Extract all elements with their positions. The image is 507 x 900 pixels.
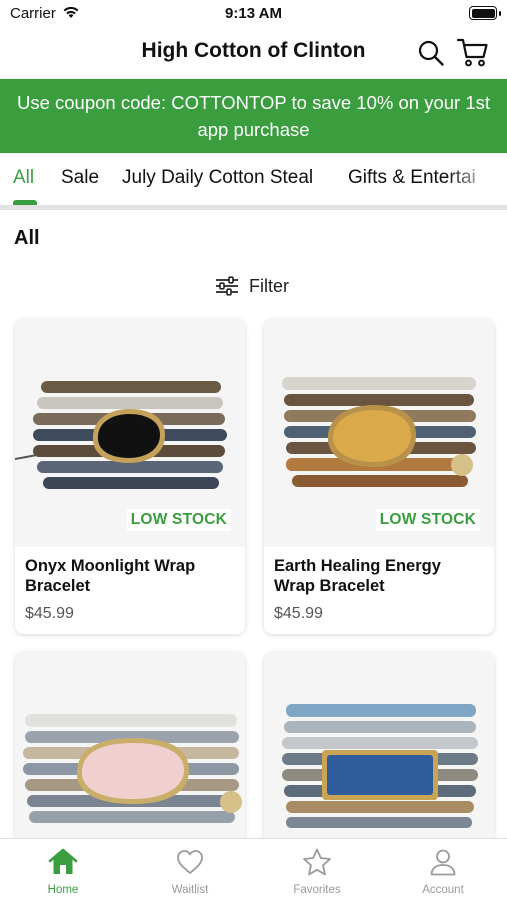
product-name[interactable]: Earth Healing Energy Wrap Bracelet [274,556,486,596]
product-stone [332,410,411,462]
category-tabs: All Sale July Daily Cotton Steal Gifts &… [0,153,507,210]
status-bar: Carrier 9:13 AM [0,0,507,28]
person-icon [430,849,456,876]
product-card[interactable]: LOW STOCK Earth Healing Energy Wrap Brac… [264,319,494,634]
low-stock-badge: LOW STOCK [375,509,480,531]
filter-label: Filter [249,275,289,296]
product-price: $45.99 [25,605,74,622]
tab-account[interactable]: Account [380,839,506,900]
coupon-banner[interactable]: Use coupon code: COTTONTOP to save 10% o… [0,79,507,153]
section-title: All [14,227,40,249]
bottom-tab-bar: Home Waitlist Favorites Account [0,838,507,900]
product-name[interactable]: Onyx Moonlight Wrap Bracelet [25,556,237,596]
category-tab-sale[interactable]: Sale [61,167,99,189]
tab-waitlist[interactable]: Waitlist [127,839,253,900]
battery-icon [469,6,497,20]
battery-cap [499,11,501,16]
category-tab-july-daily-cotton-steal[interactable]: July Daily Cotton Steal [122,167,313,189]
tab-account-label: Account [422,884,464,896]
low-stock-badge: LOW STOCK [126,509,231,531]
home-icon [48,848,78,874]
product-image [264,652,494,852]
filter-sliders-icon [216,276,238,296]
app-header: High Cotton of Clinton [0,28,507,78]
filter-button[interactable]: Filter [215,273,289,299]
tab-favorites-label: Favorites [293,884,341,896]
status-time: 9:13 AM [225,5,282,22]
category-active-indicator [13,200,37,205]
product-stone [97,414,160,458]
tab-favorites[interactable]: Favorites [254,839,380,900]
product-image [15,652,245,852]
product-price: $45.99 [274,605,323,622]
product-stone [327,755,433,795]
star-icon [303,848,331,876]
product-card[interactable]: LOW STOCK Onyx Moonlight Wrap Bracelet $… [15,319,245,634]
heart-icon [177,850,203,874]
tab-waitlist-label: Waitlist [171,884,209,896]
product-card[interactable] [15,652,245,852]
cart-icon[interactable] [456,36,490,68]
search-icon[interactable] [416,38,446,68]
tab-home-label: Home [47,884,79,896]
coupon-banner-text: Use coupon code: COTTONTOP to save 10% o… [16,92,490,140]
tab-home[interactable]: Home [0,839,126,900]
product-card[interactable] [264,652,494,852]
category-fade [447,153,507,205]
product-stone [81,743,184,799]
category-tab-all[interactable]: All [13,167,34,189]
